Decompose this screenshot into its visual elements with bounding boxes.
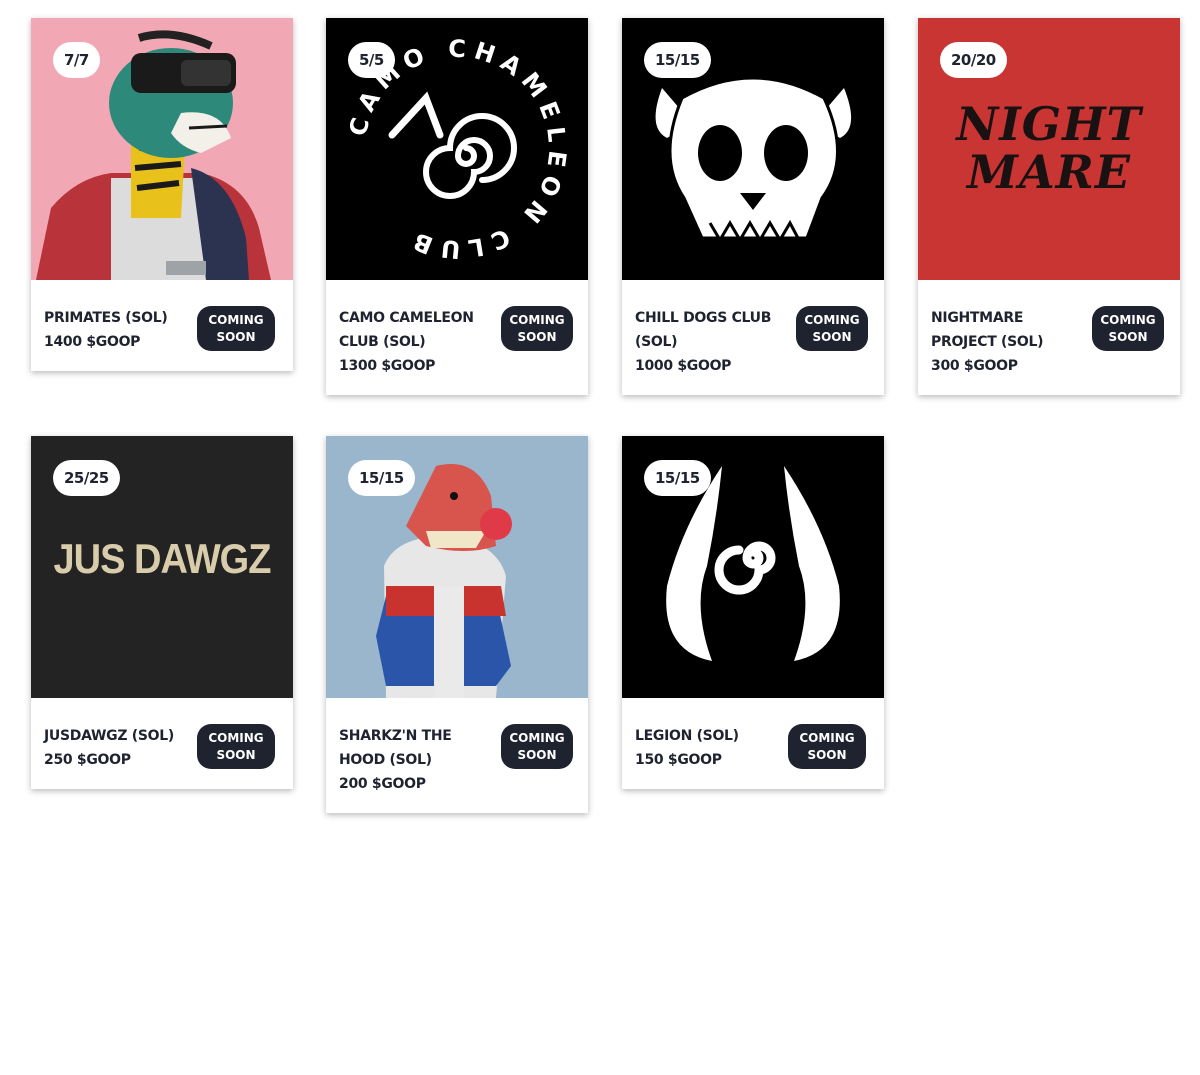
nft-card-primates[interactable]: 7/7 PRIMATES (SOL) 1400 $GOOP COMING SOO… xyxy=(31,18,293,371)
collection-name: PRIMATES (SOL) 1400 $GOOP xyxy=(44,306,194,354)
card-info: LEGION (SOL) 150 $GOOP COMING SOON xyxy=(622,698,884,1051)
edition-count-badge: 20/20 xyxy=(940,42,1007,78)
jusdawgz-logo: JUS DAWGZ xyxy=(31,536,293,584)
edition-count-badge: 5/5 xyxy=(348,42,395,78)
edition-count-badge: 15/15 xyxy=(348,460,415,496)
edition-count-badge: 15/15 xyxy=(644,42,711,78)
nft-card-jusdawgz[interactable]: JUS DAWGZ 25/25 JUSDAWGZ (SOL) 250 $GOOP… xyxy=(31,436,293,789)
collection-name: CAMO CAMELEON CLUB (SOL) 1300 $GOOP xyxy=(339,306,489,378)
nightmare-artwork: NIGHT MARE 20/20 xyxy=(918,18,1180,280)
collection-price: 150 $GOOP xyxy=(635,752,722,768)
collection-name: LEGION (SOL) 150 $GOOP xyxy=(635,724,785,772)
coming-soon-label: COMING SOON xyxy=(799,730,855,762)
nft-card-legion[interactable]: 15/15 LEGION (SOL) 150 $GOOP COMING SOON xyxy=(622,436,884,789)
card-info: SHARKZ'N THE HOOD (SOL) 200 $GOOP COMING… xyxy=(326,698,588,1075)
jusdawgz-logo-text: JUS DAWGZ xyxy=(53,536,272,584)
collection-name: SHARKZ'N THE HOOD (SOL) 200 $GOOP xyxy=(339,724,489,796)
coming-soon-label: COMING SOON xyxy=(804,312,860,344)
coming-soon-label: COMING SOON xyxy=(509,730,565,762)
coming-soon-button[interactable]: COMING SOON xyxy=(1092,306,1164,351)
collection-name-text: JUSDAWGZ (SOL) xyxy=(44,728,174,744)
nft-card-sharkz[interactable]: 15/15 SHARKZ'N THE HOOD (SOL) 200 $GOOP … xyxy=(326,436,588,813)
collection-name: CHILL DOGS CLUB (SOL) 1000 $GOOP xyxy=(635,306,785,378)
legion-artwork: 15/15 xyxy=(622,436,884,698)
chill-dogs-artwork: 15/15 xyxy=(622,18,884,280)
card-info: JUSDAWGZ (SOL) 250 $GOOP COMING SOON xyxy=(31,698,293,1051)
collection-price: 300 $GOOP xyxy=(931,358,1018,374)
edition-count-badge: 7/7 xyxy=(53,42,100,78)
coming-soon-button[interactable]: COMING SOON xyxy=(796,306,868,351)
collection-price: 250 $GOOP xyxy=(44,752,131,768)
collection-name-text: CHILL DOGS CLUB (SOL) xyxy=(635,310,772,350)
collection-name-text: PRIMATES (SOL) xyxy=(44,310,168,326)
nightmare-logo-text: NIGHT MARE xyxy=(956,97,1142,199)
camo-cameleon-artwork: CAMO CHAMELEON CLUB 5/5 xyxy=(326,18,588,280)
collection-name-text: LEGION (SOL) xyxy=(635,728,739,744)
collection-price: 200 $GOOP xyxy=(339,776,426,792)
sharkz-artwork: 15/15 xyxy=(326,436,588,698)
coming-soon-button[interactable]: COMING SOON xyxy=(197,306,275,351)
collection-name-text: SHARKZ'N THE HOOD (SOL) xyxy=(339,728,452,768)
nft-card-chill-dogs[interactable]: 15/15 CHILL DOGS CLUB (SOL) 1000 $GOOP C… xyxy=(622,18,884,395)
primates-artwork: 7/7 xyxy=(31,18,293,280)
coming-soon-button[interactable]: COMING SOON xyxy=(501,724,573,769)
jusdawgz-artwork: JUS DAWGZ 25/25 xyxy=(31,436,293,698)
card-info: NIGHTMARE PROJECT (SOL) 300 $GOOP COMING… xyxy=(918,280,1180,657)
collection-name: JUSDAWGZ (SOL) 250 $GOOP xyxy=(44,724,194,772)
collection-name: NIGHTMARE PROJECT (SOL) 300 $GOOP xyxy=(931,306,1081,378)
coming-soon-label: COMING SOON xyxy=(208,730,264,762)
coming-soon-button[interactable]: COMING SOON xyxy=(788,724,866,769)
nft-card-camo-cameleon[interactable]: CAMO CHAMELEON CLUB 5/5 CAMO CAMELEON CL… xyxy=(326,18,588,395)
coming-soon-label: COMING SOON xyxy=(1100,312,1156,344)
collection-price: 1000 $GOOP xyxy=(635,358,732,374)
collection-name-text: CAMO CAMELEON CLUB (SOL) xyxy=(339,310,474,350)
nft-card-nightmare[interactable]: NIGHT MARE 20/20 NIGHTMARE PROJECT (SOL)… xyxy=(918,18,1180,395)
edition-count-badge: 25/25 xyxy=(53,460,120,496)
coming-soon-label: COMING SOON xyxy=(208,312,264,344)
coming-soon-button[interactable]: COMING SOON xyxy=(197,724,275,769)
collection-price: 1300 $GOOP xyxy=(339,358,436,374)
coming-soon-label: COMING SOON xyxy=(509,312,565,344)
collection-price: 1400 $GOOP xyxy=(44,334,141,350)
nightmare-logo: NIGHT MARE xyxy=(918,100,1180,196)
collection-name-text: NIGHTMARE PROJECT (SOL) xyxy=(931,310,1044,350)
coming-soon-button[interactable]: COMING SOON xyxy=(501,306,573,351)
edition-count-badge: 15/15 xyxy=(644,460,711,496)
